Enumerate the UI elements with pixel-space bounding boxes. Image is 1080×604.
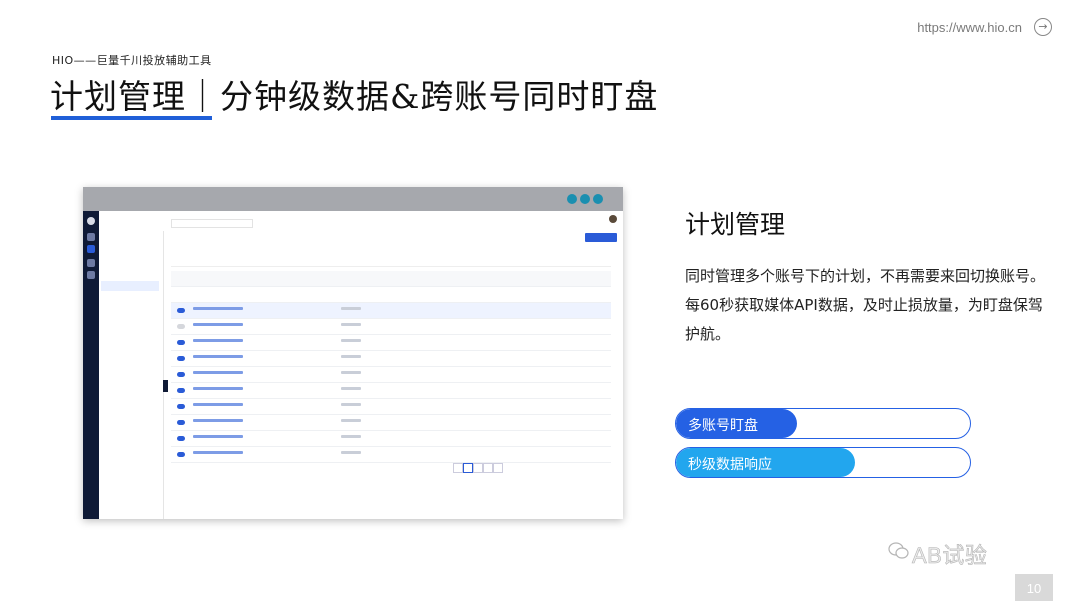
progress-label: 多账号盯盘: [688, 418, 758, 434]
toggle: [177, 324, 185, 329]
cell: [193, 435, 243, 438]
cell: [193, 371, 243, 374]
page-button: [453, 463, 463, 473]
toggle: [177, 372, 185, 377]
subtitle: HIO——巨量千川投放辅助工具: [52, 54, 212, 67]
section-description: 同时管理多个账号下的计划，不再需要来回切换账号。 每60秒获取媒体API数据，及…: [685, 262, 1045, 349]
nav-icon: [87, 259, 95, 267]
cell: [341, 371, 361, 374]
cell: [193, 451, 243, 454]
description-line: 同时管理多个账号下的计划，不再需要来回切换账号。: [685, 267, 1046, 285]
cell: [193, 403, 243, 406]
watermark: AB试验: [912, 543, 988, 569]
table-summary-row: [171, 287, 611, 303]
toggle: [177, 340, 185, 345]
window-dot: [580, 194, 590, 204]
cell: [341, 387, 361, 390]
table-row: [171, 351, 611, 367]
pagination: [453, 463, 613, 473]
page-title: 计划管理｜分钟级数据&跨账号同时盯盘: [50, 77, 659, 116]
toggle: [177, 356, 185, 361]
section-title: 计划管理: [685, 210, 786, 239]
progress-bar-multi-account: 多账号盯盘: [675, 408, 971, 439]
description-line: 每60秒获取媒体API数据，及时止损放量，为盯盘保驾护航。: [685, 296, 1043, 343]
table-row: [171, 399, 611, 415]
progress-label: 秒级数据响应: [688, 457, 772, 473]
window-titlebar: [83, 187, 623, 211]
table-row: [171, 319, 611, 335]
cell: [341, 435, 361, 438]
cell: [341, 451, 361, 454]
cell: [341, 403, 361, 406]
url-text[interactable]: https://www.hio.cn: [917, 20, 1022, 35]
toggle: [177, 436, 185, 441]
toggle: [177, 388, 185, 393]
table-row: [171, 415, 611, 431]
cell: [341, 339, 361, 342]
page-button: [493, 463, 503, 473]
cell: [193, 355, 243, 358]
title-underline: [51, 116, 212, 120]
table-header: [171, 271, 611, 287]
cell: [341, 307, 361, 310]
cell: [341, 355, 361, 358]
cell: [341, 323, 361, 326]
cell: [193, 419, 243, 422]
app-sidebar: [83, 211, 99, 519]
table-row: [171, 335, 611, 351]
window-dot: [593, 194, 603, 204]
toggle: [177, 308, 185, 313]
arrow-right-icon[interactable]: →: [1034, 18, 1052, 36]
cell: [193, 323, 243, 326]
filter-bar: [171, 219, 253, 228]
page-button: [463, 463, 473, 473]
table-row: [171, 431, 611, 447]
app-main: [163, 211, 623, 519]
toggle: [177, 420, 185, 425]
cell: [341, 419, 361, 422]
app-screenshot: [83, 187, 623, 519]
toggle: [177, 404, 185, 409]
logo-icon: [87, 217, 95, 225]
page-button: [473, 463, 483, 473]
account-list: [99, 231, 164, 519]
window-dot: [567, 194, 577, 204]
progress-bar-response: 秒级数据响应: [675, 447, 971, 478]
nav-icon: [87, 271, 95, 279]
nav-icon: [87, 245, 95, 253]
cell: [193, 339, 243, 342]
list-item: [101, 281, 159, 291]
new-plan-button: [585, 233, 617, 242]
cell: [193, 307, 243, 310]
nav-icon: [87, 233, 95, 241]
cell: [193, 387, 243, 390]
table-row: [171, 303, 611, 319]
table-row: [171, 383, 611, 399]
toolbar: [171, 258, 611, 267]
avatar: [609, 215, 617, 223]
table-row: [171, 447, 611, 463]
collapse-handle: [163, 380, 168, 392]
page-number: 10: [1015, 574, 1053, 601]
table-row: [171, 367, 611, 383]
wechat-icon: [888, 542, 909, 559]
toggle: [177, 452, 185, 457]
page-button: [483, 463, 493, 473]
